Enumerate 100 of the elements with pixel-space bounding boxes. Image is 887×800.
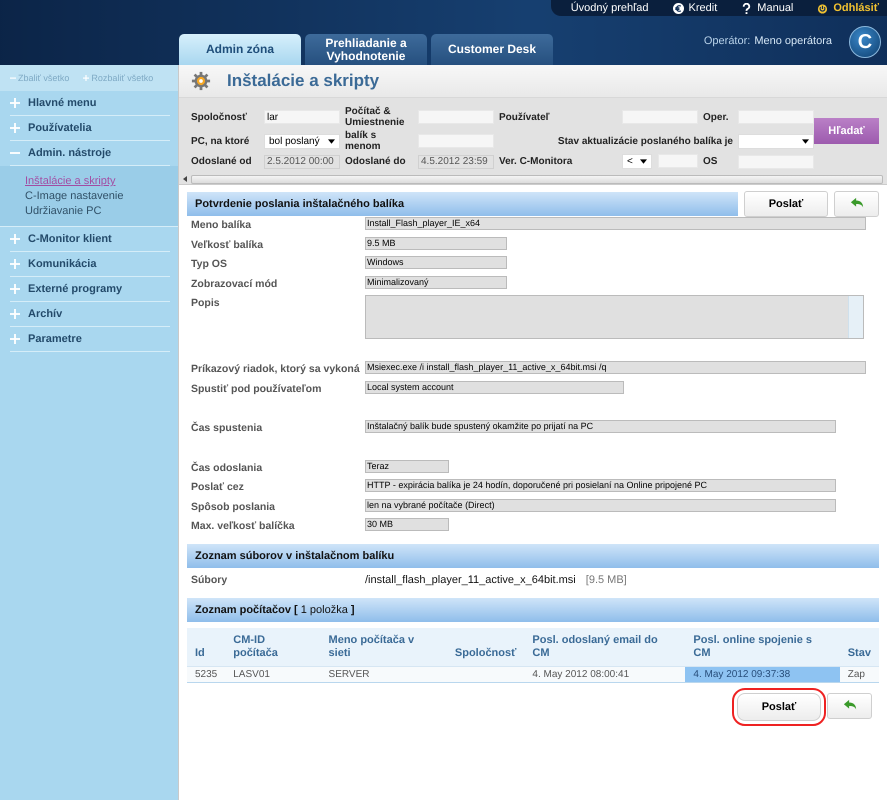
- sidebar-item[interactable]: Hlavné menu: [10, 91, 170, 116]
- filter-field[interactable]: lar: [264, 110, 340, 124]
- column-header: CM-ID počítača: [225, 628, 321, 666]
- sidebar-item[interactable]: Používatelia: [10, 116, 170, 141]
- file-size: [9.5 MB]: [586, 574, 627, 586]
- nav-tab[interactable]: Prehliadanie a Vyhodnotenie: [305, 34, 427, 65]
- field-label: Meno balíka: [190, 218, 252, 231]
- question-icon: [741, 2, 752, 14]
- plus-icon: [10, 309, 20, 319]
- filter-dropdown[interactable]: bol poslaný: [264, 134, 340, 148]
- filter-label: OS: [703, 156, 718, 167]
- plus-icon: [10, 334, 20, 344]
- back-button[interactable]: [827, 692, 872, 718]
- section-header: Zoznam počítačov [ 1 položka ]: [187, 598, 879, 622]
- field-label: Spôsob poslania: [190, 500, 276, 512]
- minus-icon: [10, 75, 16, 81]
- nav-tab[interactable]: Admin zóna: [179, 34, 301, 65]
- column-header: Id: [187, 628, 226, 666]
- value-field: Inštalačný balík bude spustený okamžite po prijatí na PC: [365, 420, 836, 433]
- filter-label: Používateľ: [499, 112, 551, 122]
- field-label: Súbory: [190, 574, 228, 586]
- value-field: Windows: [365, 256, 507, 269]
- table-cell: LASV01: [225, 666, 321, 682]
- table-cell: Zap: [840, 666, 879, 682]
- filter-field[interactable]: [738, 110, 814, 124]
- value-field: len na vybrané počítače (Direct): [365, 498, 836, 512]
- caret-icon: [328, 138, 335, 144]
- sidebar-subitem[interactable]: Udržiavanie PC: [25, 205, 178, 217]
- back-button[interactable]: [834, 191, 879, 217]
- left-arrow-icon: [183, 176, 187, 182]
- operator-dropdown[interactable]: <: [622, 154, 652, 169]
- vertical-scrollbar[interactable]: [848, 296, 863, 338]
- plus-icon: [83, 75, 90, 81]
- logo: C: [849, 26, 881, 58]
- filter-label: PC, na ktoré: [191, 136, 250, 146]
- value-field: Install_Flash_player_IE_x64: [365, 217, 866, 230]
- value-field: HTTP - expirácia balíka je 24 hodín, doporučené pri posielaní na Online pripojené PC: [365, 479, 836, 492]
- filter-label: Spoločnosť: [191, 112, 248, 122]
- gear-icon: [191, 71, 211, 91]
- plus-icon: [10, 284, 20, 294]
- caret-icon: [640, 159, 647, 164]
- field-label: Čas spustenia: [190, 420, 264, 434]
- send-button[interactable]: Poslať: [744, 191, 828, 217]
- field-label: Zobrazovací mód: [190, 276, 278, 290]
- field-label: Poslať cez: [190, 480, 245, 493]
- field-label: Čas odoslania: [190, 460, 264, 474]
- value-field: 9.5 MB: [365, 236, 507, 250]
- filter-dropdown[interactable]: [738, 134, 814, 148]
- value-field: Minimalizovaný: [365, 276, 507, 288]
- field-label: Max. veľkosť balíčka: [190, 519, 296, 532]
- file-name: /install_flash_player_11_active_x_64bit.msi: [365, 574, 576, 586]
- sidebar-subitem[interactable]: C-Image nastavenie: [25, 190, 178, 202]
- sidebar-item[interactable]: Komunikácia: [10, 252, 170, 277]
- section-header: Zoznam súborov v inštalačnom balíku: [187, 544, 879, 568]
- power-icon: [817, 2, 828, 14]
- column-header: Posl. online spojenie s CM: [685, 628, 840, 666]
- date-field[interactable]: 2.5.2012 00:00: [264, 154, 340, 168]
- sidebar-item[interactable]: Externé programy: [10, 277, 170, 302]
- date-field[interactable]: 4.5.2012 23:59: [418, 154, 494, 168]
- horizontal-scrollbar[interactable]: [179, 174, 887, 185]
- table-cell: 5235: [187, 666, 226, 682]
- value-field: Teraz: [365, 460, 449, 472]
- column-header: Meno počítača v sieti: [320, 628, 447, 666]
- top-link[interactable]: Úvodný prehľad: [570, 2, 649, 14]
- sidebar-item[interactable]: C-Monitor klient: [10, 227, 170, 252]
- value-field: Local system account: [365, 380, 624, 394]
- filter-label: Ver. C-Monitora: [499, 156, 574, 167]
- column-header: Posl. odoslaný email do CM: [524, 628, 686, 666]
- column-header: Stav: [840, 628, 879, 666]
- sidebar-item[interactable]: Archív: [10, 302, 170, 327]
- description-field[interactable]: [365, 295, 864, 339]
- nav-tab[interactable]: Customer Desk: [431, 34, 553, 65]
- column-header: Spoločnosť: [446, 628, 524, 666]
- field-label: Typ OS: [190, 257, 228, 270]
- plus-icon: [10, 259, 20, 269]
- filter-label: Stav aktualizácie poslaného balíka je: [556, 136, 733, 146]
- caret-icon: [802, 138, 809, 144]
- operator-label: Operátor:: [704, 35, 750, 47]
- filter-label: Odoslané do: [345, 156, 407, 167]
- field-label: Veľkosť balíka: [190, 238, 264, 250]
- field-label: Príkazový riadok, ktorý sa vykoná: [190, 362, 361, 375]
- field-label: Spustiť pod používateľom: [190, 382, 322, 394]
- plus-icon: [10, 234, 20, 244]
- filter-label: Oper.: [703, 112, 730, 122]
- table-cell: 4. May 2012 08:00:41: [524, 666, 686, 682]
- field-label: Popis: [190, 296, 221, 309]
- page-title: Inštalácie a skripty: [227, 71, 380, 91]
- plus-icon: [10, 98, 20, 108]
- table-cell: 4. May 2012 09:37:38: [685, 666, 840, 682]
- filter-label: Odoslané od: [191, 156, 253, 167]
- sidebar-item[interactable]: Parametre: [10, 327, 170, 352]
- search-button[interactable]: Hľadať: [814, 118, 879, 144]
- value-field: Msiexec.exe /i install_flash_player_11_active_x_64bit.msi /q: [365, 361, 866, 374]
- filter-label: balík s menom: [345, 130, 382, 152]
- top-link[interactable]: Odhlásiť: [817, 2, 879, 14]
- top-link[interactable]: Kredit: [672, 2, 718, 14]
- euro-icon: [672, 2, 684, 14]
- top-link[interactable]: Manual: [741, 2, 794, 14]
- operator-name: Meno operátora: [754, 35, 832, 47]
- value-field: 30 MB: [365, 518, 449, 531]
